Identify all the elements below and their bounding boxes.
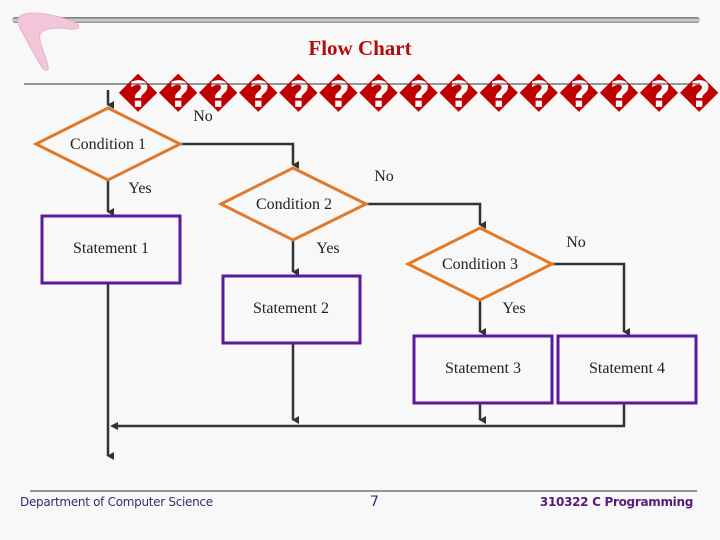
merge-arrowhead <box>110 422 118 430</box>
edge-label-c3-no: No <box>566 234 586 251</box>
statement-2-label: Statement 2 <box>253 300 329 317</box>
condition-3-label: Condition 3 <box>441 256 519 273</box>
footer-course: 310322 C Programming <box>539 495 693 509</box>
condition-2-label: Condition 2 <box>255 196 333 213</box>
edge-label-c3-yes: Yes <box>502 300 526 317</box>
edge-label-c2-yes: Yes <box>316 240 340 257</box>
connector-c3-s4 <box>552 262 630 336</box>
condition-1-label: Condition 1 <box>69 136 147 153</box>
footer-page-number: 7 <box>370 494 379 510</box>
connector-c2-c3 <box>366 202 486 229</box>
connector-c1-c2 <box>180 142 299 169</box>
header-bar <box>12 17 700 23</box>
edge-label-c1-yes: Yes <box>128 180 152 197</box>
connector-s4-merge <box>116 403 626 428</box>
statement-1-label: Statement 1 <box>73 240 149 257</box>
boomerang-logo-icon <box>17 12 80 71</box>
statement-3-label: Statement 3 <box>445 360 521 377</box>
edge-label-c2-no: No <box>374 168 394 185</box>
footer-department: Department of Computer Science <box>20 495 213 509</box>
edge-label-c1-no: No <box>193 108 213 125</box>
statement-4-label: Statement 4 <box>589 360 665 377</box>
connectors <box>106 90 630 460</box>
slide-title: Flow Chart <box>308 36 412 60</box>
